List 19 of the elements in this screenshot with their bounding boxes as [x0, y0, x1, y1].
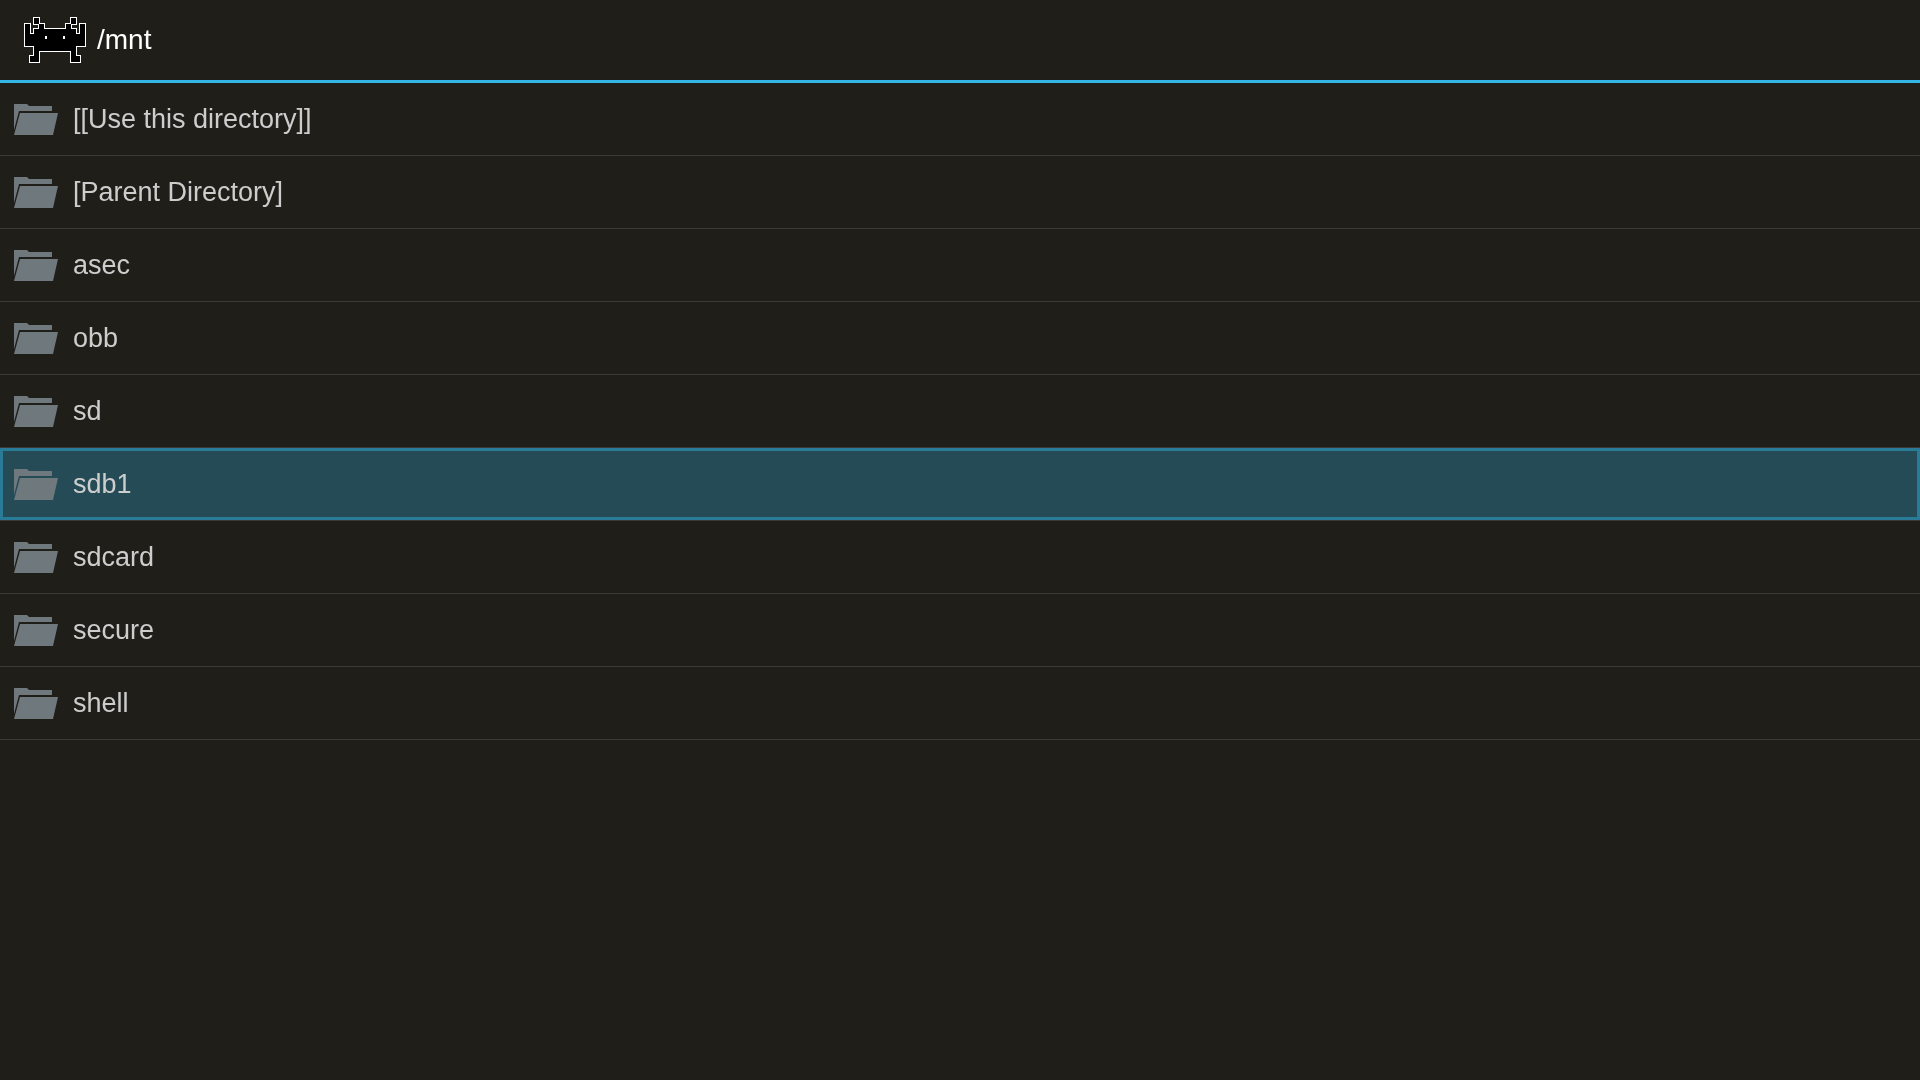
folder-list-item[interactable]: shell — [0, 667, 1920, 740]
path-title: /mnt — [97, 24, 152, 56]
pixel-invader-icon — [24, 17, 86, 63]
folder-list-item[interactable]: asec — [0, 229, 1920, 302]
folder-icon — [14, 176, 58, 208]
folder-icon — [14, 249, 58, 281]
folder-icon — [14, 468, 58, 500]
folder-list-item[interactable]: [[Use this directory]] — [0, 83, 1920, 156]
folder-icon — [14, 395, 58, 427]
folder-list-item[interactable]: sdcard — [0, 521, 1920, 594]
folder-list-item[interactable]: obb — [0, 302, 1920, 375]
folder-icon — [14, 541, 58, 573]
folder-icon — [14, 322, 58, 354]
folder-icon — [14, 687, 58, 719]
folder-list-item[interactable]: [Parent Directory] — [0, 156, 1920, 229]
folder-icon — [14, 614, 58, 646]
folder-icon — [14, 103, 58, 135]
folder-list-item[interactable]: sdb1 — [0, 448, 1920, 521]
folder-list-item[interactable]: secure — [0, 594, 1920, 667]
